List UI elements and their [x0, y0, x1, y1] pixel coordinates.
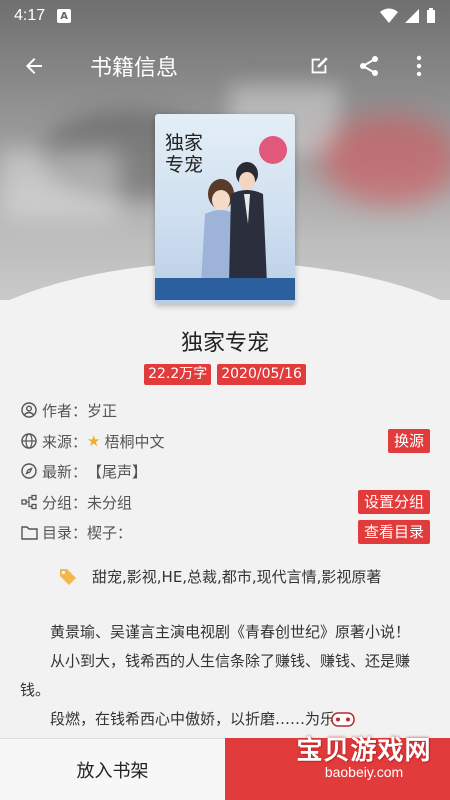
- source-label: 来源：: [42, 432, 88, 451]
- cover-strip: [155, 278, 295, 300]
- author-value: 岁正: [87, 401, 118, 420]
- group-value: 未分组: [87, 493, 133, 512]
- watermark: 宝贝游戏网 baobeiy.com: [278, 712, 450, 792]
- globe-icon: [20, 432, 38, 450]
- description-paragraph: 从小到大，钱希西的人生信条除了赚钱、赚钱、还是赚钱。: [20, 652, 411, 699]
- toc-value: 楔子：: [87, 523, 133, 542]
- update-date-badge: 2020/05/16: [217, 364, 306, 385]
- group-icon: [20, 493, 38, 511]
- latest-label: 最新：: [42, 462, 88, 481]
- toc-row: 目录： 楔子： 查看目录: [20, 519, 430, 545]
- set-group-button[interactable]: 设置分组: [357, 490, 430, 514]
- back-button[interactable]: [8, 40, 60, 92]
- more-button[interactable]: [394, 41, 444, 91]
- cover-illustration: [201, 162, 267, 284]
- book-title: 独家专宠: [180, 331, 269, 356]
- source-value: 梧桐中文: [104, 432, 165, 451]
- signal-icon: [405, 9, 419, 23]
- book-cover[interactable]: 独家专宠: [155, 114, 295, 304]
- source-row: 来源： ★ 梧桐中文 换源: [20, 428, 430, 454]
- notification-icon: A: [57, 9, 72, 23]
- latest-row: 最新： 【尾声】: [20, 458, 430, 484]
- compass-icon: [20, 462, 38, 480]
- word-count-badge: 22.2万字: [144, 364, 212, 385]
- view-toc-button[interactable]: 查看目录: [357, 520, 430, 544]
- edit-icon: [311, 57, 328, 74]
- battery-icon: [427, 8, 435, 23]
- author-label: 作者：: [42, 401, 88, 420]
- keywords-text: 甜宠,影视,HE,总裁,都市,现代言情,影视原著: [92, 568, 382, 586]
- gamepad-icon: [331, 712, 355, 727]
- arrow-left-icon: [26, 58, 42, 74]
- watermark-text: 宝贝游戏网: [296, 736, 432, 766]
- wifi-icon: [380, 8, 398, 23]
- latest-value: 【尾声】: [87, 462, 148, 481]
- page-title: 书籍信息: [90, 56, 179, 81]
- source-star-icon: ★: [87, 432, 101, 450]
- status-bar: 4:17 A: [0, 0, 450, 32]
- add-to-shelf-button[interactable]: 放入书架: [0, 738, 225, 800]
- group-row: 分组： 未分组 设置分组: [20, 489, 430, 515]
- author-row: 作者： 岁正: [20, 397, 430, 423]
- share-icon: [360, 56, 378, 76]
- status-time: 4:17: [14, 7, 46, 24]
- more-vert-icon: [416, 55, 422, 77]
- app-bar: 书籍信息: [0, 40, 450, 92]
- folder-icon: [20, 523, 38, 541]
- share-button[interactable]: [344, 41, 394, 91]
- description-paragraph: 黄景瑜、吴谨言主演电视剧《青春创世纪》原著小说！: [50, 623, 411, 641]
- change-source-button[interactable]: 换源: [387, 429, 430, 453]
- tag-icon: [60, 568, 76, 585]
- watermark-url: baobeiy.com: [324, 764, 404, 780]
- toc-label: 目录：: [42, 523, 88, 542]
- book-tags: 22.2万字 2020/05/16: [0, 364, 450, 385]
- keywords-row: 甜宠,影视,HE,总裁,都市,现代言情,影视原著: [58, 566, 381, 587]
- edit-button[interactable]: [294, 41, 344, 91]
- person-icon: [20, 401, 38, 419]
- group-label: 分组：: [42, 493, 88, 512]
